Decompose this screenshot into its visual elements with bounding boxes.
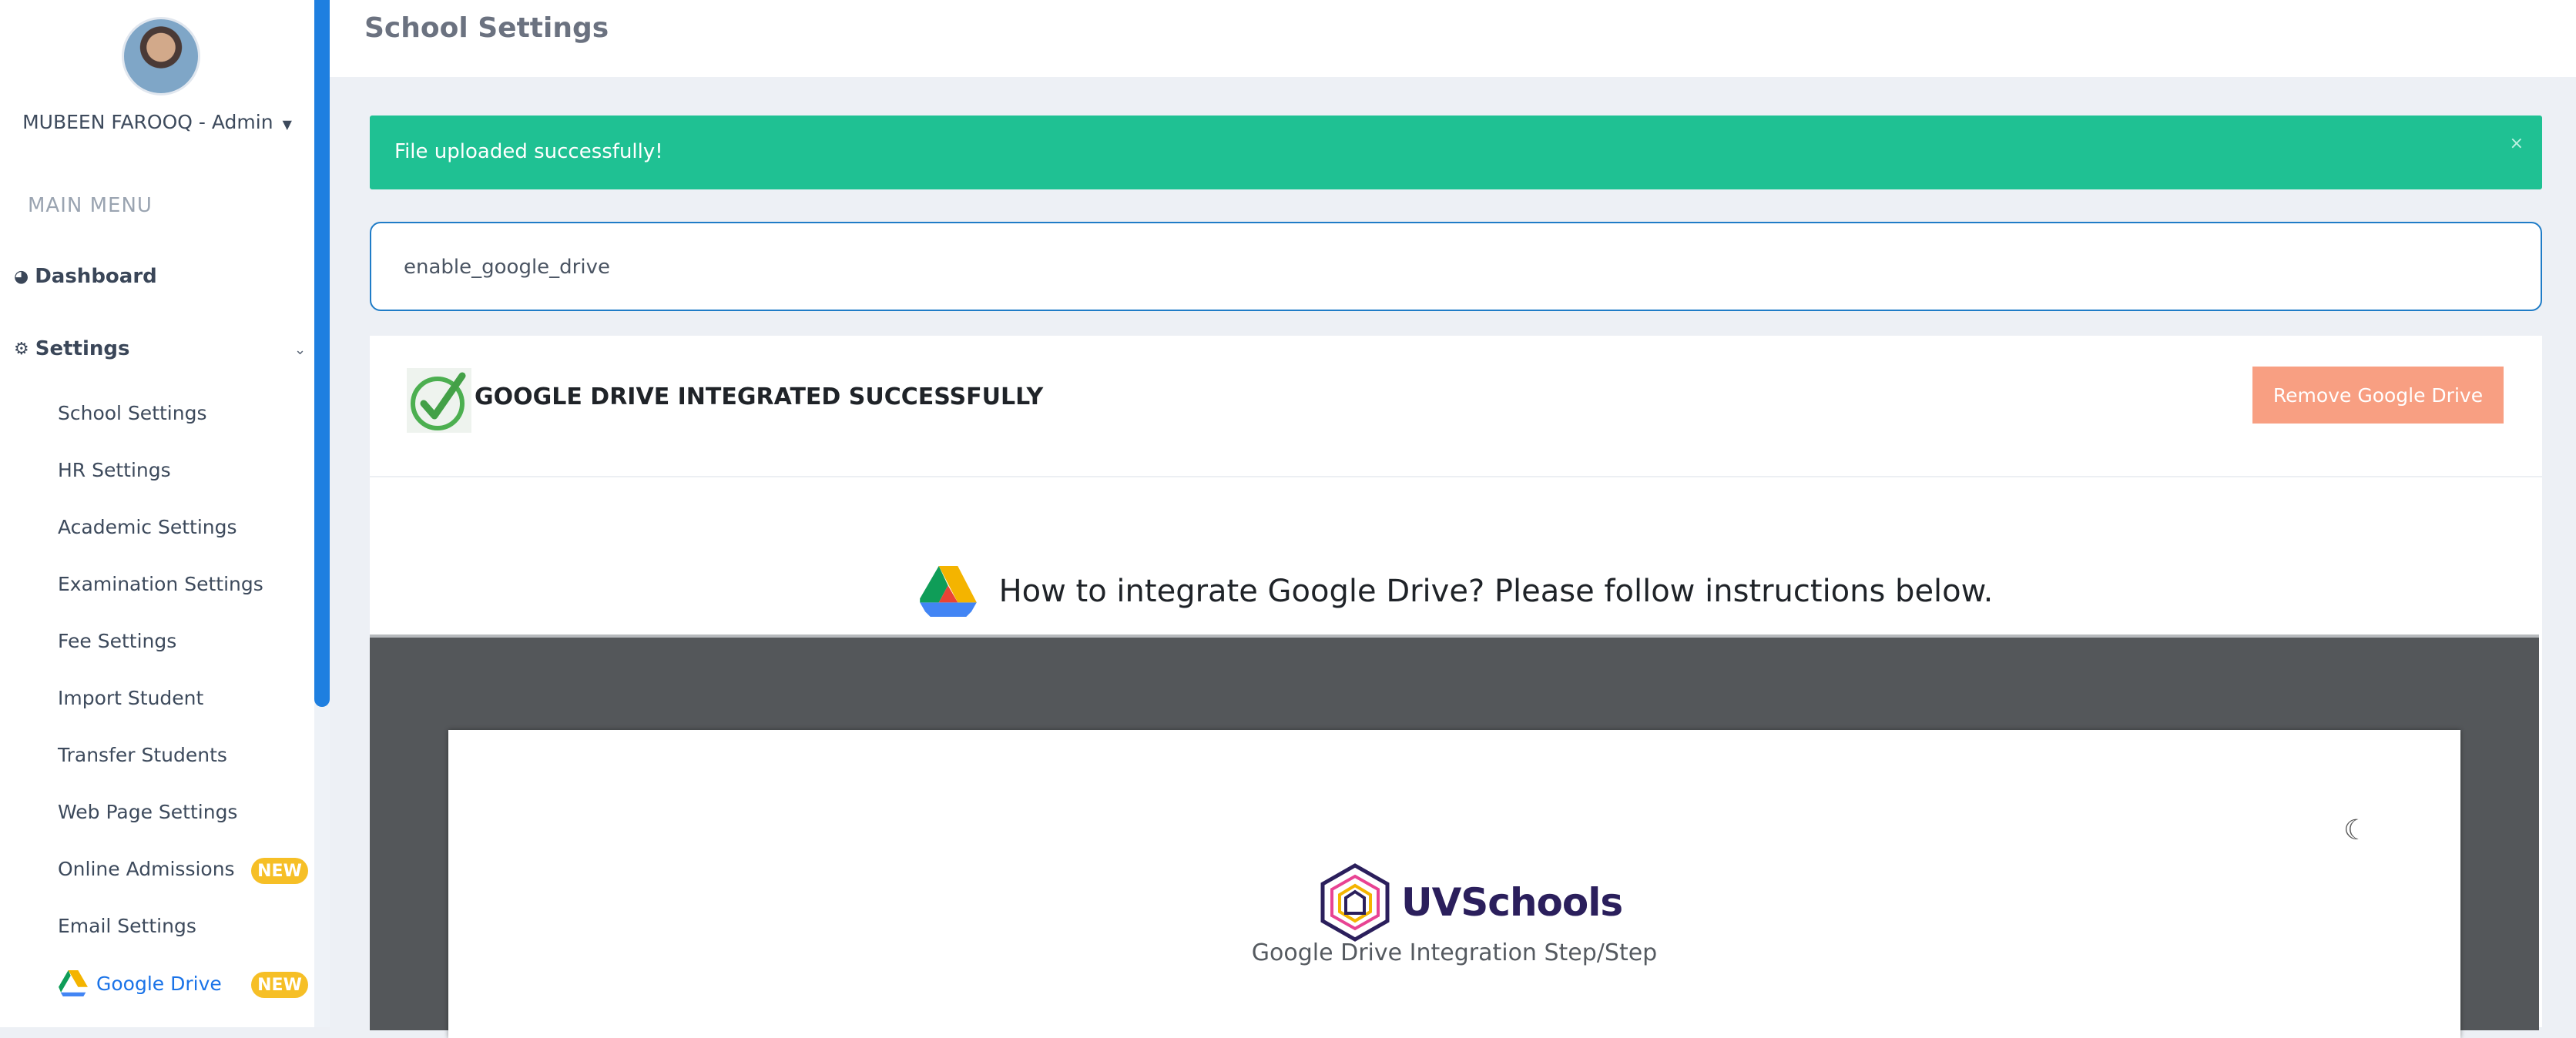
page-title: School Settings: [364, 12, 609, 44]
google-drive-icon: [59, 970, 88, 996]
sidebar-item-label: Settings: [35, 337, 130, 360]
sidebar-item-label: School Settings: [58, 402, 207, 424]
logo-text: UVSchools: [1401, 880, 1623, 925]
settings-key-field[interactable]: [370, 222, 2542, 311]
new-badge: NEW: [251, 858, 308, 884]
user-name-label: MUBEEN FAROOQ - Admin: [22, 111, 273, 133]
sidebar-item-import-student[interactable]: Import Student: [58, 687, 203, 709]
sidebar-item-label: Examination Settings: [58, 573, 263, 595]
page-header: School Settings: [330, 0, 2576, 77]
sidebar-item-transfer-students[interactable]: Transfer Students: [58, 744, 227, 766]
chevron-down-icon[interactable]: ⌄: [294, 342, 306, 358]
sidebar-scrollbar-thumb[interactable]: [314, 0, 330, 707]
integration-status-text: GOOGLE DRIVE INTEGRATED SUCCESSFULLY: [475, 383, 1044, 410]
sidebar-item-label: Transfer Students: [58, 744, 227, 766]
sidebar-item-label: Online Admissions: [58, 858, 235, 880]
google-drive-icon: [919, 566, 977, 617]
dashboard-icon: ◕: [14, 266, 29, 286]
instructions-text: How to integrate Google Drive? Please fo…: [998, 574, 1994, 609]
close-icon[interactable]: ×: [2510, 134, 2524, 153]
success-alert: File uploaded successfully! ×: [370, 116, 2542, 189]
instructions-heading: How to integrate Google Drive? Please fo…: [370, 564, 2542, 619]
sidebar-item-label: Google Drive: [96, 972, 222, 995]
avatar[interactable]: [122, 17, 200, 95]
sidebar: MUBEEN FAROOQ - Admin ▼ MAIN MENU ◕ Dashb…: [0, 0, 314, 1027]
sidebar-item-label: Import Student: [58, 687, 204, 709]
new-badge: NEW: [251, 972, 308, 998]
sidebar-item-fee-settings[interactable]: Fee Settings: [58, 630, 176, 652]
google-drive-card: GOOGLE DRIVE INTEGRATED SUCCESSFULLY Rem…: [370, 336, 2542, 1038]
caret-down-icon: ▼: [282, 117, 292, 132]
sidebar-item-academic-settings[interactable]: Academic Settings: [58, 516, 237, 538]
sidebar-item-web-page-settings[interactable]: Web Page Settings: [58, 801, 237, 823]
sidebar-item-hr-settings[interactable]: HR Settings: [58, 459, 171, 481]
sidebar-item-label: Web Page Settings: [58, 801, 238, 823]
sidebar-item-label: Dashboard: [35, 265, 157, 288]
dark-mode-icon[interactable]: ☾: [2343, 815, 2368, 846]
sidebar-item-school-settings[interactable]: School Settings: [58, 402, 206, 424]
sidebar-item-email-settings[interactable]: Email Settings: [58, 915, 196, 937]
settings-key-input[interactable]: [402, 249, 2485, 285]
integration-status-row: GOOGLE DRIVE INTEGRATED SUCCESSFULLY Rem…: [370, 336, 2542, 477]
sidebar-item-settings[interactable]: ⚙ Settings: [14, 337, 129, 360]
sidebar-item-label: Email Settings: [58, 915, 196, 937]
alert-message: File uploaded successfully!: [394, 140, 663, 163]
menu-heading: MAIN MENU: [28, 194, 153, 217]
document-subtitle: Google Drive Integration Step/Step: [1251, 939, 1658, 966]
document-viewer[interactable]: ☾ UVSchools Google Drive Integration Ste…: [370, 635, 2539, 1038]
check-circle-icon: [407, 368, 471, 433]
document-page: ☾ UVSchools Google Drive Integration Ste…: [448, 730, 2460, 1038]
sidebar-item-label: HR Settings: [58, 459, 171, 481]
sidebar-item-examination-settings[interactable]: Examination Settings: [58, 573, 263, 595]
gear-icon: ⚙: [14, 339, 29, 359]
sidebar-item-online-admissions[interactable]: Online Admissions: [58, 858, 235, 880]
user-menu[interactable]: MUBEEN FAROOQ - Admin ▼: [0, 111, 314, 133]
remove-google-drive-button[interactable]: Remove Google Drive: [2252, 367, 2504, 424]
uvschools-logo: UVSchools: [1315, 862, 1623, 943]
sidebar-item-google-drive[interactable]: Google Drive: [58, 970, 222, 996]
logo-hexagon-icon: [1320, 863, 1390, 942]
sidebar-item-label: Academic Settings: [58, 516, 237, 538]
sidebar-item-dashboard[interactable]: ◕ Dashboard: [14, 265, 157, 288]
sidebar-item-label: Fee Settings: [58, 630, 177, 652]
